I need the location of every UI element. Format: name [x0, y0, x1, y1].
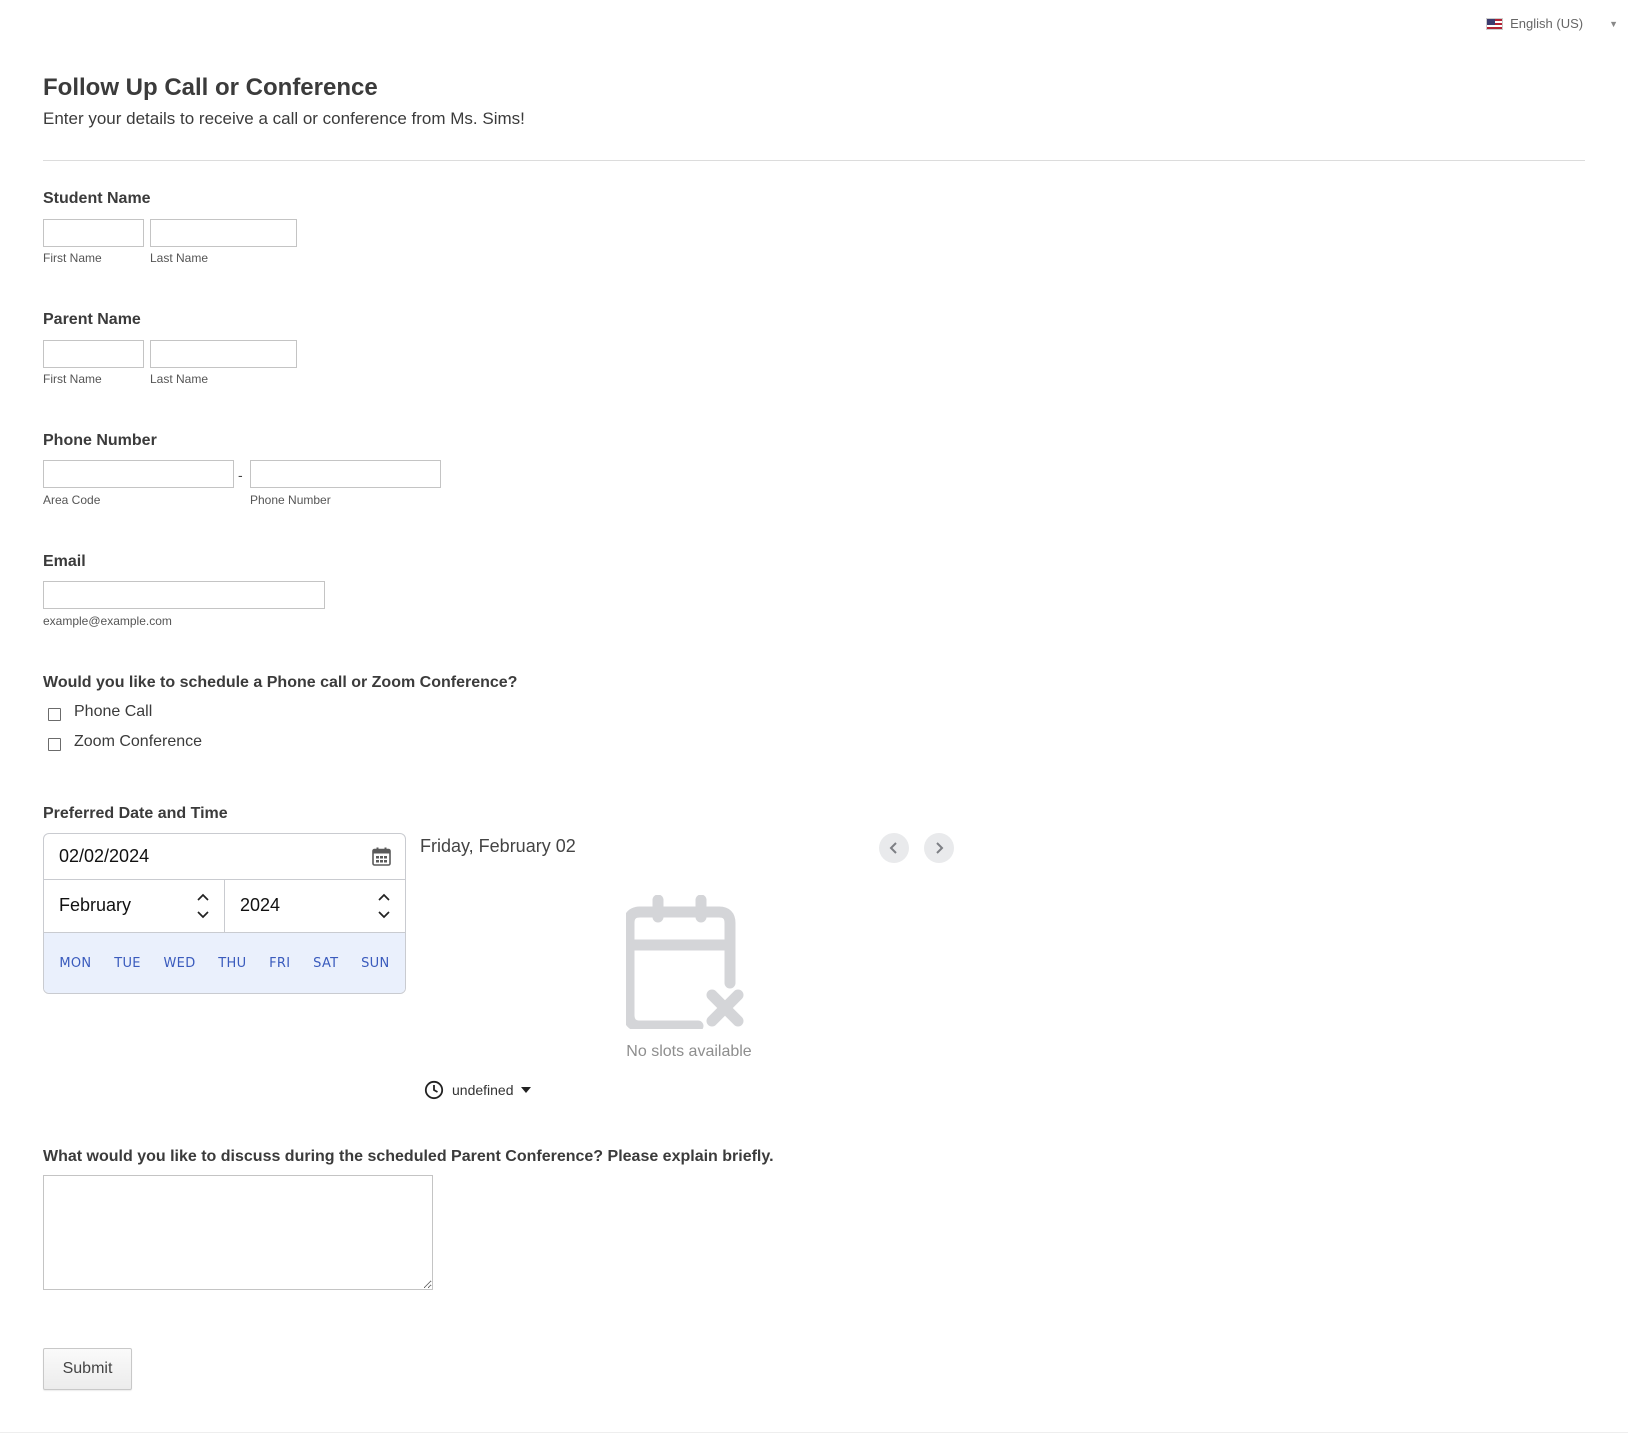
date-picker: 02/02/2024 February 2024 MON TUE WED THU…: [43, 833, 406, 994]
selected-date-heading: Friday, February 02: [420, 836, 576, 856]
email-input[interactable]: [43, 581, 325, 609]
year-select[interactable]: 2024: [225, 880, 405, 933]
date-value: 02/02/2024: [59, 846, 150, 866]
parent-last-name-sublabel: Last Name: [150, 372, 209, 386]
submit-button[interactable]: Submit: [43, 1348, 132, 1390]
parent-name-label: Parent Name: [43, 311, 141, 328]
discuss-textarea[interactable]: [43, 1175, 433, 1290]
chevron-right-icon: [936, 842, 944, 854]
month-spinner-icon[interactable]: [196, 892, 210, 920]
calendar-x-icon: [626, 895, 744, 1029]
language-selector[interactable]: English (US) ▼: [1486, 16, 1618, 31]
parent-last-name-input[interactable]: [150, 340, 297, 368]
phone-number-input[interactable]: [250, 460, 441, 488]
calendar-icon[interactable]: [372, 847, 391, 866]
weekday-sat: SAT: [313, 955, 339, 971]
month-select[interactable]: February: [44, 880, 225, 933]
timezone-label: undefined: [452, 1082, 514, 1098]
weekday-thu: THU: [218, 955, 247, 971]
language-label: English (US): [1510, 16, 1584, 31]
discuss-label: What would you like to discuss during th…: [43, 1148, 774, 1165]
parent-first-name-input[interactable]: [43, 340, 144, 368]
area-code-sublabel: Area Code: [43, 493, 101, 507]
student-last-name-input[interactable]: [150, 219, 297, 247]
footer-divider: [0, 1432, 1628, 1433]
area-code-input[interactable]: [43, 460, 234, 488]
zoom-conference-checkbox[interactable]: [48, 738, 61, 751]
chevron-left-icon: [889, 842, 897, 854]
clock-icon: [424, 1080, 444, 1100]
previous-day-button[interactable]: [879, 833, 909, 863]
parent-first-name-sublabel: First Name: [43, 372, 102, 386]
year-value: 2024: [240, 895, 281, 915]
weekday-mon: MON: [59, 955, 92, 971]
phone-number-sublabel: Phone Number: [250, 493, 331, 507]
phone-call-option-label[interactable]: Phone Call: [74, 703, 152, 721]
year-spinner-icon[interactable]: [377, 892, 391, 920]
date-input[interactable]: 02/02/2024: [44, 834, 405, 880]
meeting-type-label: Would you like to schedule a Phone call …: [43, 674, 518, 691]
email-sublabel: example@example.com: [43, 614, 172, 628]
caret-down-icon: [520, 1087, 531, 1093]
form-subtitle: Enter your details to receive a call or …: [43, 109, 525, 128]
preferred-datetime-label: Preferred Date and Time: [43, 805, 228, 822]
header-divider: [43, 160, 1585, 161]
weekday-tue: TUE: [114, 955, 141, 971]
phone-call-checkbox[interactable]: [48, 708, 61, 721]
weekday-header: MON TUE WED THU FRI SAT SUN: [44, 933, 405, 993]
next-day-button[interactable]: [924, 833, 954, 863]
student-last-name-sublabel: Last Name: [150, 251, 209, 265]
email-label: Email: [43, 553, 86, 570]
timezone-selector[interactable]: undefined: [424, 1080, 531, 1100]
phone-separator: -: [238, 467, 243, 483]
student-name-label: Student Name: [43, 190, 151, 207]
student-first-name-input[interactable]: [43, 219, 144, 247]
us-flag-icon: [1486, 17, 1504, 30]
zoom-conference-option-label[interactable]: Zoom Conference: [74, 733, 202, 751]
no-slots-message: No slots available: [626, 1043, 752, 1060]
phone-number-label: Phone Number: [43, 432, 157, 449]
weekday-wed: WED: [163, 955, 196, 971]
weekday-fri: FRI: [269, 955, 291, 971]
student-first-name-sublabel: First Name: [43, 251, 102, 265]
form-title: Follow Up Call or Conference: [43, 74, 378, 101]
month-value: February: [59, 895, 132, 915]
chevron-down-icon: ▼: [1609, 18, 1618, 29]
weekday-sun: SUN: [361, 955, 390, 971]
